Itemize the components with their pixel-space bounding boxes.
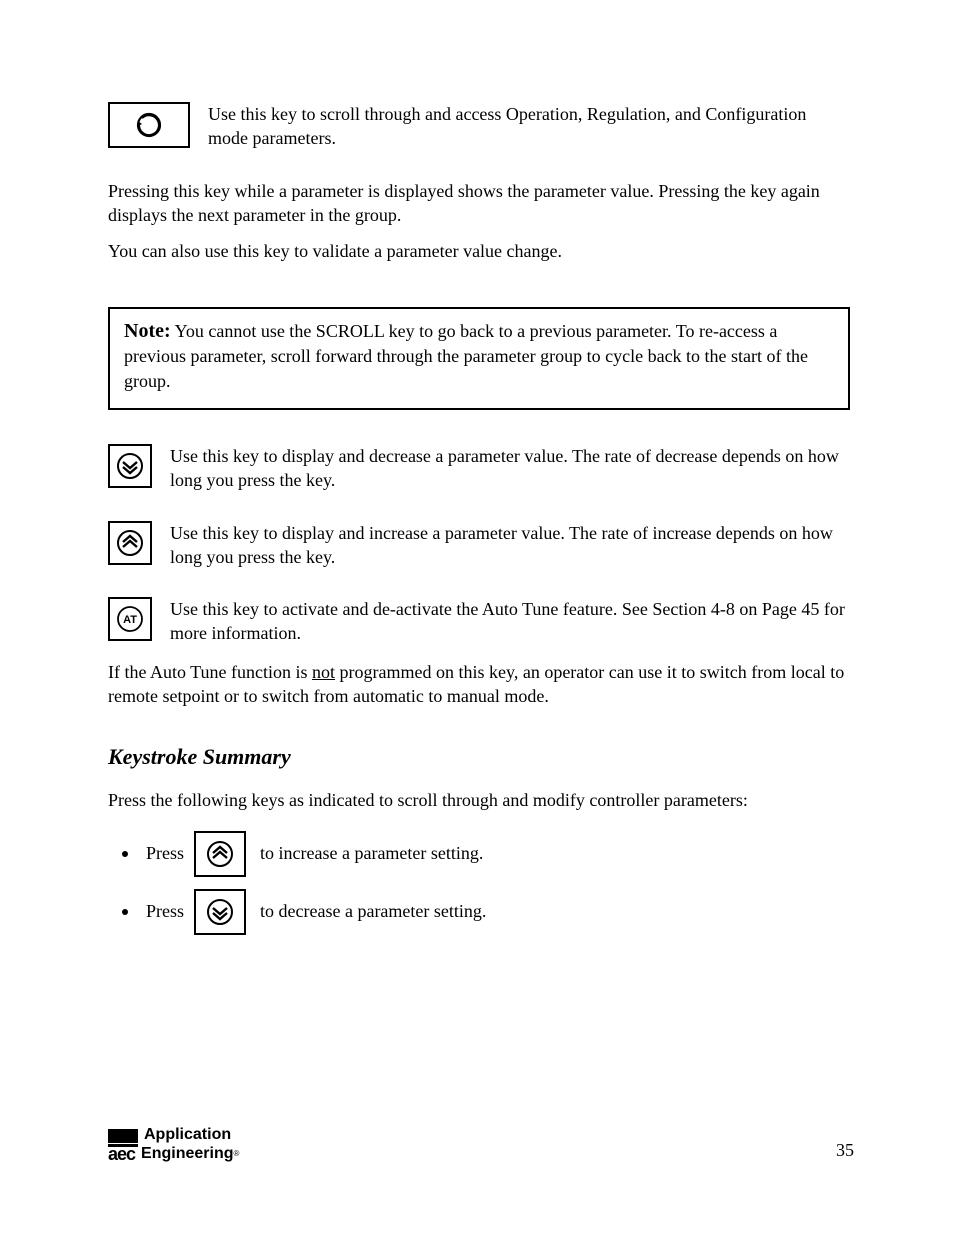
- section-para: Press the following keys as indicated to…: [108, 788, 850, 812]
- note-text: You cannot use the SCROLL key to go back…: [124, 321, 808, 391]
- brand-registered-icon: ®: [234, 1150, 240, 1158]
- bullet-down-key-icon: [194, 889, 246, 935]
- note-label: Note:: [124, 320, 171, 342]
- return-key-definition: Use this key to scroll through and acces…: [208, 102, 850, 151]
- up-key-definition: Use this key to display and increase a p…: [170, 521, 850, 570]
- at-key-additional: If the Auto Tune function is not program…: [108, 660, 850, 709]
- bullet-pre-up: Press: [146, 843, 184, 864]
- bullet-dot-icon: [122, 851, 128, 857]
- down-key-icon: [108, 444, 152, 488]
- bullet-row-up: Press to increase a parameter setting.: [122, 831, 850, 877]
- up-key-icon: [108, 521, 152, 565]
- brand-flag-icon: [108, 1129, 138, 1143]
- return-key-additional-1: Pressing this key while a parameter is d…: [108, 179, 850, 228]
- at-key-additional-lead: If the Auto Tune function is: [108, 662, 312, 682]
- svg-text:AT: AT: [123, 614, 137, 626]
- at-key-icon: AT: [108, 597, 152, 641]
- bullet-up-key-icon: [194, 831, 246, 877]
- at-key-definition: Use this key to activate and de-activate…: [170, 597, 850, 646]
- at-key-additional-not: not: [312, 662, 335, 682]
- bullet-pre-down: Press: [146, 901, 184, 922]
- brand-aec: aec: [108, 1145, 135, 1163]
- page-number: 35: [836, 1140, 854, 1161]
- return-key-additional-2: You can also use this key to validate a …: [108, 239, 850, 263]
- return-key-icon: [108, 102, 190, 148]
- bullet-row-down: Press to decrease a parameter setting.: [122, 889, 850, 935]
- section-heading-keystroke-summary: Keystroke Summary: [108, 744, 850, 770]
- brand-logo: Application aec Engineering ®: [108, 1127, 239, 1163]
- down-key-definition: Use this key to display and decrease a p…: [170, 444, 850, 493]
- bullet-post-down: to decrease a parameter setting.: [260, 901, 486, 922]
- note-box: Note: You cannot use the SCROLL key to g…: [108, 307, 850, 409]
- bullet-post-up: to increase a parameter setting.: [260, 843, 483, 864]
- bullet-dot-icon: [122, 909, 128, 915]
- brand-word-bottom: Engineering: [141, 1146, 233, 1162]
- brand-word-top: Application: [144, 1127, 231, 1143]
